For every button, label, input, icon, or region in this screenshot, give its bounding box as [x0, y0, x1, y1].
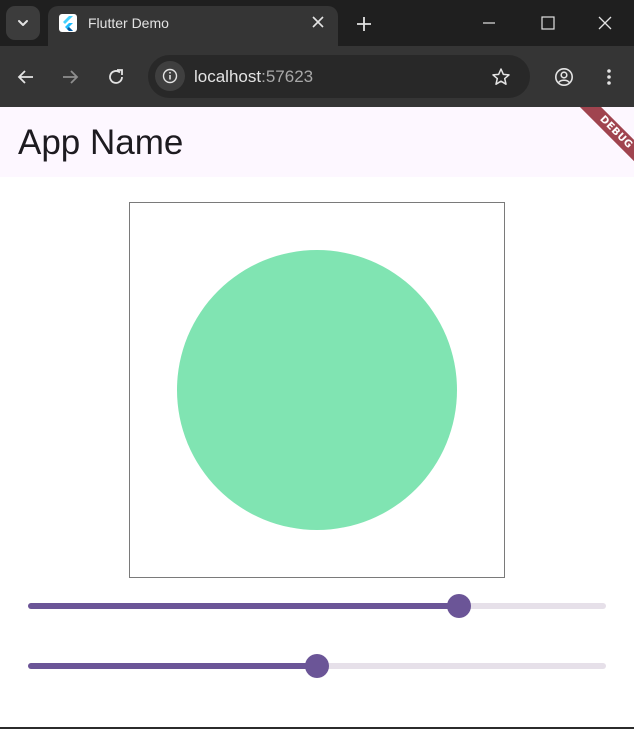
close-icon: [312, 16, 324, 28]
tab-flutter-demo[interactable]: Flutter Demo: [48, 6, 338, 46]
reload-icon: [109, 69, 123, 84]
slider-active-track: [28, 663, 317, 669]
tab-title: Flutter Demo: [88, 15, 169, 31]
slider-thumb[interactable]: [446, 594, 471, 618]
url-host: localhost: [194, 67, 262, 86]
minimize-icon: [483, 22, 495, 24]
browser-menu-button[interactable]: [594, 62, 624, 92]
star-icon: [492, 68, 510, 85]
tab-close-button[interactable]: [308, 12, 328, 32]
flutter-logo-icon: [59, 14, 77, 32]
app-bar: App Name: [0, 107, 634, 177]
circle-shape: [177, 250, 457, 530]
flutter-app: App Name DEBUG: [0, 107, 634, 727]
close-icon: [598, 16, 612, 30]
chevron-down-icon: [18, 20, 28, 26]
more-vert-icon: [607, 69, 611, 85]
slider-active-track: [28, 603, 459, 609]
color-slider[interactable]: [28, 653, 606, 679]
info-icon: [162, 68, 178, 84]
account-circle-icon: [555, 68, 573, 86]
browser-toolbar: localhost:57623: [0, 46, 634, 107]
site-info-button[interactable]: [155, 61, 185, 91]
browser-window: Flutter Demo localhost:57623 App Name DE…: [0, 0, 634, 729]
arrow-right-icon: [63, 70, 79, 84]
forward-button[interactable]: [55, 62, 85, 92]
new-tab-button[interactable]: [350, 10, 378, 38]
url-port: :57623: [261, 67, 314, 86]
window-close-button[interactable]: [576, 0, 634, 46]
tab-search-button[interactable]: [6, 6, 40, 40]
app-title: App Name: [18, 123, 184, 162]
minimize-button[interactable]: [460, 0, 518, 46]
back-button[interactable]: [11, 62, 41, 92]
tab-strip: Flutter Demo: [0, 0, 634, 46]
slider-thumb[interactable]: [305, 654, 329, 678]
size-slider[interactable]: [28, 593, 606, 619]
maximize-button[interactable]: [519, 0, 577, 46]
arrow-left-icon: [17, 70, 33, 84]
maximize-icon: [541, 16, 555, 30]
bookmark-button[interactable]: [490, 66, 512, 88]
url-text[interactable]: localhost:57623: [194, 67, 313, 86]
shape-canvas: [129, 202, 505, 578]
profile-button[interactable]: [549, 62, 579, 92]
address-bar[interactable]: localhost:57623: [148, 55, 530, 98]
plus-icon: [357, 17, 371, 31]
reload-button[interactable]: [101, 62, 131, 92]
